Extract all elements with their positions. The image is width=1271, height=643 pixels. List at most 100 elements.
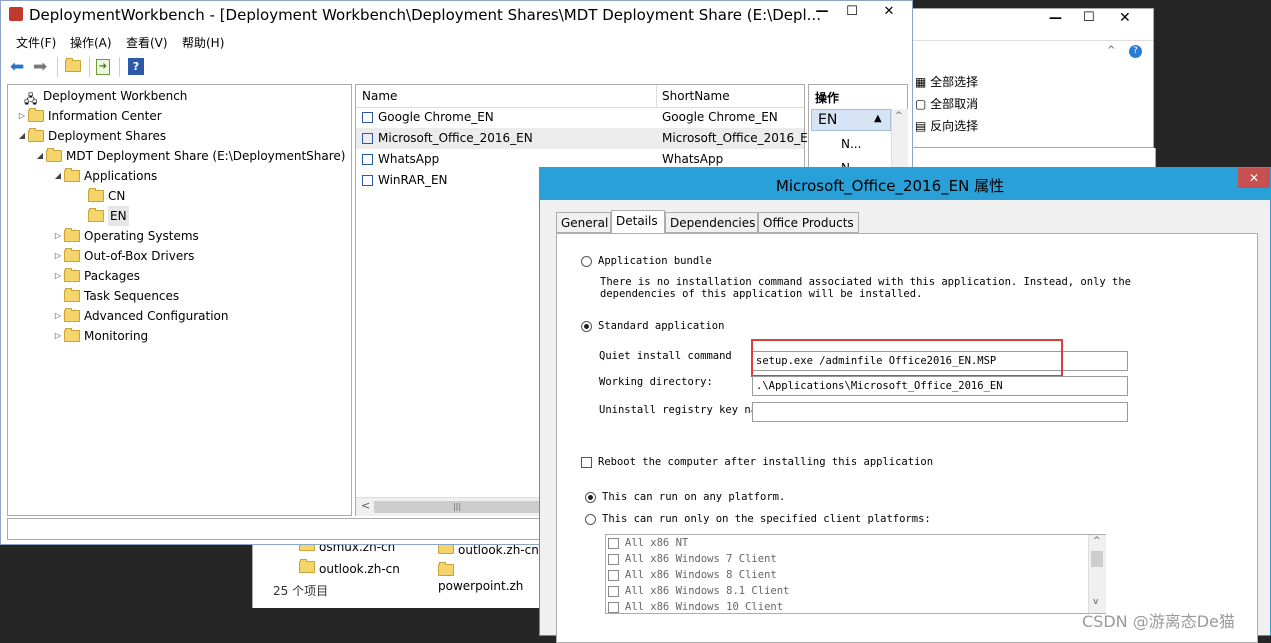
window-title: DeploymentWorkbench - [Deployment Workbe… <box>29 6 821 24</box>
checkbox-icon[interactable] <box>608 585 619 597</box>
platform-list[interactable]: All x86 NT All x86 Windows 7 Client All … <box>605 534 1106 614</box>
explorer-close-button[interactable]: ✕ <box>1119 10 1131 26</box>
platform-item[interactable]: All x86 Windows 8.1 Client <box>608 585 789 597</box>
scroll-thumb[interactable] <box>1091 551 1103 567</box>
checkbox-icon[interactable] <box>608 537 619 549</box>
radio-selected-icon[interactable] <box>585 491 596 503</box>
export-list-icon[interactable]: ➜ <box>96 59 110 75</box>
file-item[interactable]: outlook.zh-cn <box>299 559 400 576</box>
folder-icon <box>28 108 44 122</box>
help-book-icon[interactable]: ? <box>128 58 144 75</box>
checkbox-icon[interactable] <box>608 569 619 581</box>
minimize-button[interactable]: — <box>807 1 837 21</box>
action-item[interactable]: N... <box>841 137 861 151</box>
application-icon <box>362 175 373 186</box>
radio-selected-icon[interactable] <box>581 320 592 332</box>
menu-action[interactable]: 操作(A) <box>70 34 112 51</box>
uninstall-key-input[interactable] <box>752 402 1128 422</box>
dialog-close-button[interactable]: ✕ <box>1238 168 1270 188</box>
tab-details[interactable]: Details <box>611 210 665 234</box>
scroll-thumb[interactable]: ||| <box>374 501 540 513</box>
column-header-name[interactable]: Name <box>362 89 397 103</box>
collapse-arrow-icon[interactable]: ◢ <box>52 166 64 186</box>
bundle-description-line1: There is no installation command associa… <box>600 276 1132 288</box>
tab-dependencies[interactable]: Dependencies <box>665 212 758 233</box>
menu-help[interactable]: 帮助(H) <box>182 34 224 51</box>
tree-node-applications[interactable]: ◢ Applications <box>52 166 157 186</box>
checkbox-icon[interactable] <box>581 456 592 468</box>
tree-node-mdt-share[interactable]: ◢ MDT Deployment Share (E:\DeploymentShar… <box>34 146 345 166</box>
tree-node-workbench[interactable]: 🖧 Deployment Workbench <box>12 86 187 106</box>
up-folder-icon[interactable] <box>65 58 85 75</box>
scroll-up-icon[interactable]: ^ <box>1093 536 1101 546</box>
column-header-shortname[interactable]: ShortName <box>662 89 730 103</box>
file-item[interactable]: powerpoint.zh <box>438 562 543 593</box>
forward-arrow-icon[interactable]: ➡ <box>33 57 47 77</box>
highlight-box <box>751 339 1063 377</box>
collapse-ribbon-icon[interactable]: ^ <box>1107 45 1115 56</box>
folder-icon <box>64 288 80 302</box>
tree-node-advanced-config[interactable]: ▷ Advanced Configuration <box>52 306 228 326</box>
platform-item[interactable]: All x86 Windows 8 Client <box>608 569 777 581</box>
platform-list-scrollbar[interactable]: ^ v <box>1088 535 1106 613</box>
expand-arrow-icon[interactable]: ▷ <box>52 246 64 266</box>
collapse-arrow-icon[interactable]: ◢ <box>16 126 28 146</box>
working-directory-input[interactable]: .\Applications\Microsoft_Office_2016_EN <box>752 376 1128 396</box>
expand-arrow-icon[interactable]: ▷ <box>52 226 64 246</box>
list-row-selected[interactable]: Microsoft_Office_2016_EN Microsoft_Offic… <box>356 128 808 149</box>
expand-arrow-icon[interactable]: ▷ <box>52 306 64 326</box>
select-all-button[interactable]: ▦ 全部选择 <box>915 73 978 90</box>
explorer-minimize-button[interactable]: — <box>1049 11 1062 26</box>
close-button[interactable]: ✕ <box>867 1 911 21</box>
list-row[interactable]: Google Chrome_EN Google Chrome_EN <box>356 107 804 128</box>
specified-platform-option[interactable]: This can run only on the specified clien… <box>585 513 931 525</box>
tree-node-operating-systems[interactable]: ▷ Operating Systems <box>52 226 199 246</box>
application-bundle-option[interactable]: Application bundle <box>581 255 712 267</box>
tree-node-deployment-shares[interactable]: ◢ Deployment Shares <box>16 126 166 146</box>
expand-arrow-icon[interactable]: ▷ <box>52 266 64 286</box>
platform-item[interactable]: All x86 NT <box>608 537 688 549</box>
help-icon[interactable]: ? <box>1129 45 1142 58</box>
folder-icon <box>46 148 62 162</box>
invert-selection-button[interactable]: ▤ 反向选择 <box>915 117 978 134</box>
scroll-up-icon[interactable]: ^ <box>895 111 903 121</box>
tree-node-drivers[interactable]: ▷ Out-of-Box Drivers <box>52 246 194 266</box>
tree-node-task-sequences[interactable]: Task Sequences <box>52 286 179 306</box>
maximize-button[interactable]: ☐ <box>837 1 867 21</box>
tree-node-information-center[interactable]: ▷ Information Center <box>16 106 162 126</box>
scroll-left-icon[interactable]: < <box>361 499 370 512</box>
tree-node-cn[interactable]: CN <box>76 186 125 206</box>
explorer-maximize-button[interactable]: ☐ <box>1083 10 1095 25</box>
watermark: CSDN @游离态De猫 <box>1082 612 1235 631</box>
checkbox-icon[interactable] <box>608 601 619 613</box>
properties-dialog: Microsoft_Office_2016_EN 属性 ✕ General De… <box>539 167 1271 643</box>
tab-office-products[interactable]: Office Products <box>758 212 859 233</box>
scroll-down-icon[interactable]: v <box>1093 597 1098 607</box>
horizontal-scrollbar[interactable]: < ||| <box>356 497 546 516</box>
menu-view[interactable]: 查看(V) <box>126 34 168 51</box>
reboot-option[interactable]: Reboot the computer after installing thi… <box>581 456 933 468</box>
folder-icon <box>64 228 80 242</box>
checkbox-icon[interactable] <box>608 553 619 565</box>
collapse-up-icon[interactable]: ▲ <box>874 113 882 124</box>
expand-arrow-icon[interactable]: ▷ <box>16 106 28 126</box>
application-icon <box>362 112 373 123</box>
expand-arrow-icon[interactable]: ▷ <box>52 326 64 346</box>
select-none-button[interactable]: ▢ 全部取消 <box>915 95 978 112</box>
tree-node-en[interactable]: EN <box>76 206 129 226</box>
back-arrow-icon[interactable]: ⬅ <box>10 57 24 77</box>
tab-general[interactable]: General <box>556 212 611 233</box>
any-platform-option[interactable]: This can run on any platform. <box>585 491 785 503</box>
platform-item[interactable]: All x86 Windows 7 Client <box>608 553 777 565</box>
collapse-arrow-icon[interactable]: ◢ <box>34 146 46 166</box>
platform-item[interactable]: All x86 Windows 10 Client <box>608 601 783 613</box>
tree-node-packages[interactable]: ▷ Packages <box>52 266 140 286</box>
tree-node-monitoring[interactable]: ▷ Monitoring <box>52 326 148 346</box>
actions-section-en[interactable]: EN ▲ <box>811 109 891 131</box>
radio-icon[interactable] <box>581 255 592 267</box>
dialog-title: Microsoft_Office_2016_EN 属性 <box>775 177 1005 195</box>
folder-icon <box>64 308 80 322</box>
standard-application-option[interactable]: Standard application <box>581 320 724 332</box>
radio-icon[interactable] <box>585 513 596 525</box>
menu-file[interactable]: 文件(F) <box>16 34 56 51</box>
